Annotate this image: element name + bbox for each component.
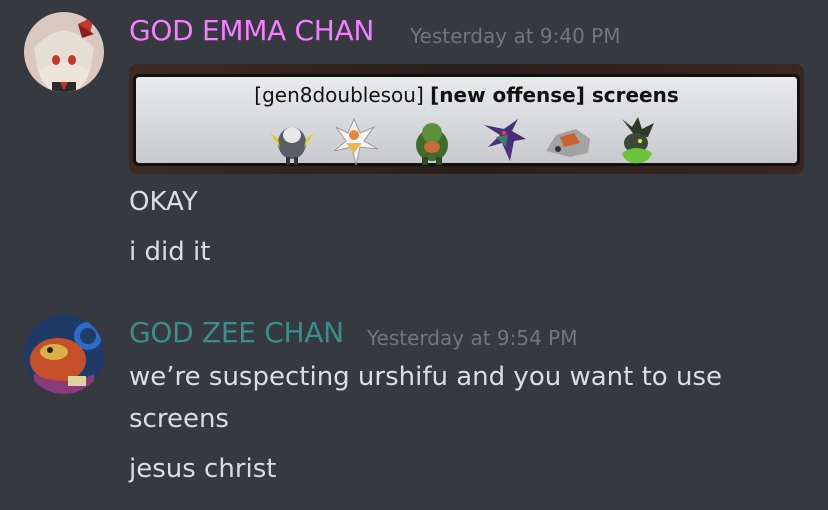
timestamp: Yesterday at 9:54 PM <box>367 326 578 350</box>
message-text: we’re suspecting urshifu and you want to… <box>129 362 722 392</box>
message-text: screens <box>129 404 229 434</box>
message-text: jesus christ <box>129 454 277 484</box>
avatar[interactable] <box>24 314 104 394</box>
username[interactable]: GOD ZEE CHAN <box>129 316 344 349</box>
message-group-zee: GOD ZEE CHAN Yesterday at 9:54 PM we’re … <box>0 0 828 510</box>
